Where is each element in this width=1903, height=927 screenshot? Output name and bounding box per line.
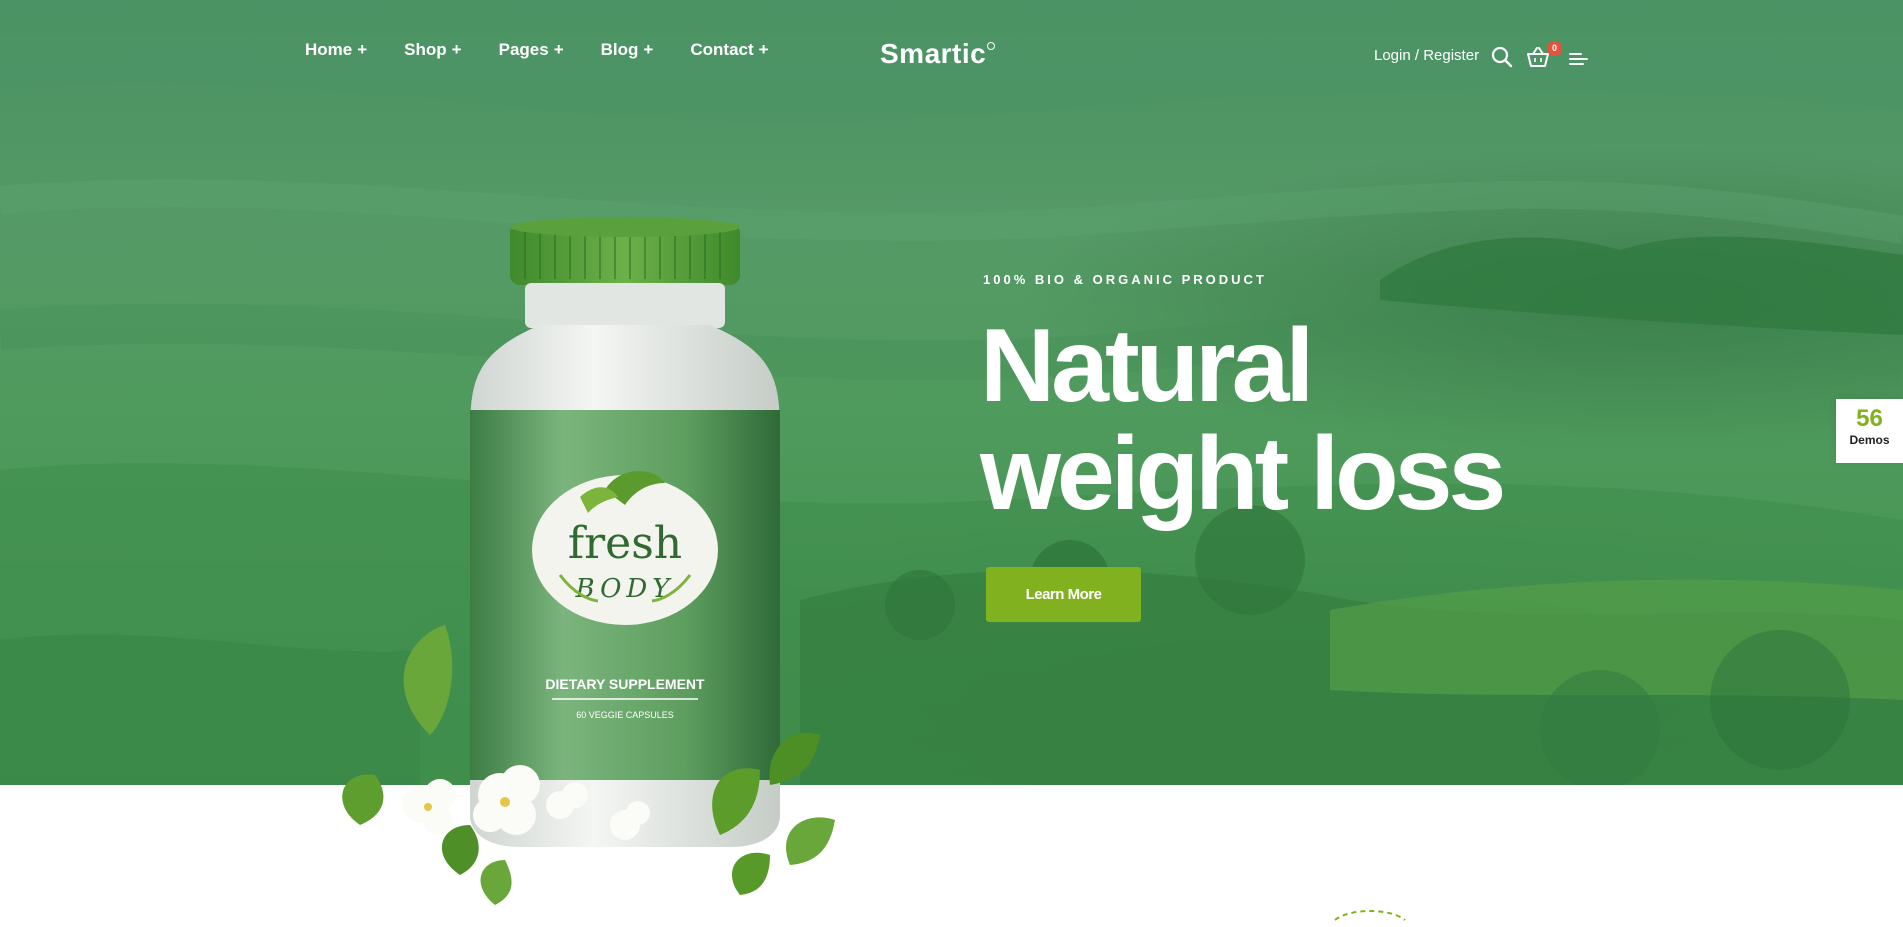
plus-icon: +: [451, 40, 462, 59]
demos-tab[interactable]: 56 Demos: [1836, 399, 1903, 463]
nav-item-shop[interactable]: Shop +: [404, 40, 461, 60]
demos-count: 56: [1856, 405, 1883, 432]
plus-icon: +: [758, 40, 769, 59]
hero-headline-line1: Natural: [980, 308, 1314, 424]
nav-item-label: Contact: [690, 40, 754, 59]
nav-item-pages[interactable]: Pages +: [499, 40, 564, 60]
product-label-sub: 60 VEGGIE CAPSULES: [576, 710, 674, 720]
nav-item-blog[interactable]: Blog +: [601, 40, 654, 60]
search-icon[interactable]: [1491, 46, 1513, 73]
main-nav: Home + Shop + Pages + Blog + Contact +: [305, 40, 806, 60]
product-brand-word1: fresh: [568, 518, 682, 569]
nav-item-home[interactable]: Home +: [305, 40, 367, 60]
nav-item-label: Blog: [600, 40, 639, 59]
login-register-link[interactable]: Login / Register: [1374, 47, 1479, 64]
product-label-title: DIETARY SUPPLEMENT: [545, 676, 705, 692]
plus-icon: +: [643, 40, 654, 59]
cart-count-badge: 0: [1547, 41, 1562, 56]
section-divider-ornament: [1330, 900, 1410, 927]
nav-item-label: Pages: [498, 40, 549, 59]
logo-dot-icon: [987, 42, 996, 50]
demos-label: Demos: [1849, 433, 1890, 447]
hero-headline: Natural weight loss: [980, 308, 1506, 532]
plus-icon: +: [553, 40, 564, 59]
site-logo[interactable]: Smartic: [880, 38, 996, 70]
menu-icon[interactable]: [1569, 52, 1588, 71]
nav-item-contact[interactable]: Contact +: [690, 40, 768, 60]
plus-icon: +: [357, 40, 368, 59]
learn-more-button[interactable]: Learn More: [986, 567, 1141, 622]
nav-item-label: Home: [305, 40, 353, 59]
hero-headline-line2: weight loss: [980, 416, 1506, 532]
logo-text: Smartic: [880, 38, 987, 69]
hero-subtitle: 100% BIO & ORGANIC PRODUCT: [983, 272, 1267, 287]
nav-item-label: Shop: [404, 40, 447, 59]
product-bottle-image: fresh BODY DIETARY SUPPLEMENT 60 VEGGIE …: [320, 215, 970, 915]
